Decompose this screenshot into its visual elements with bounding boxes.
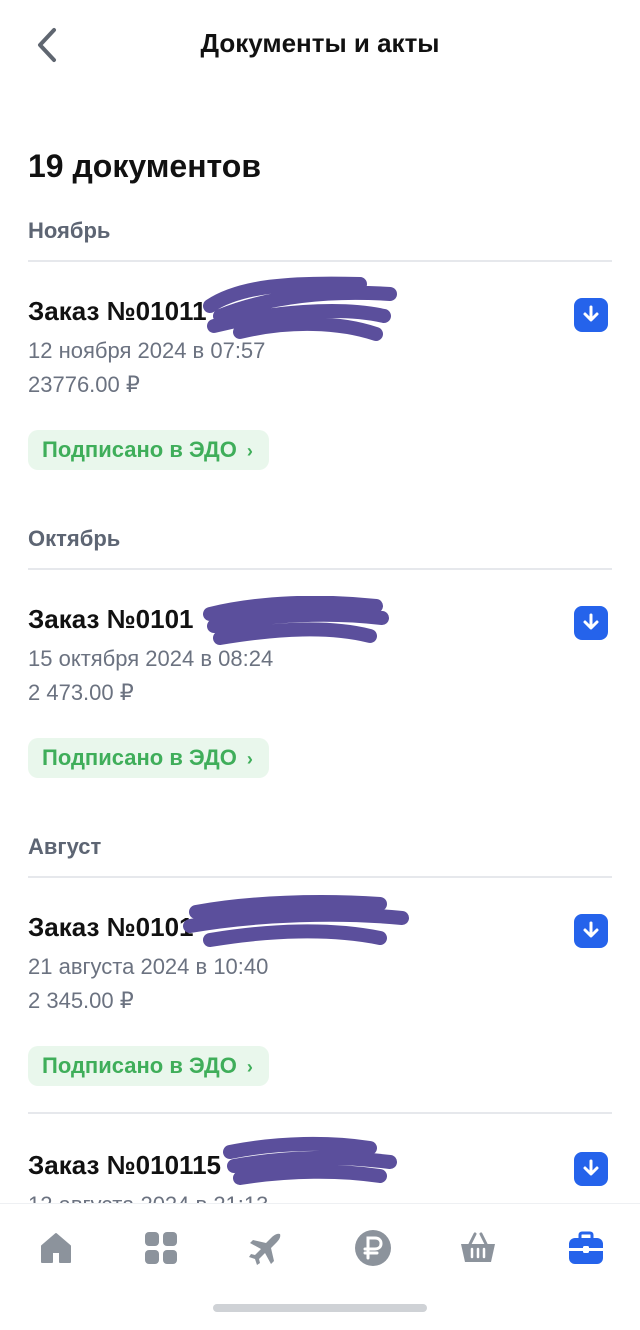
document-title: Заказ №0101 — [28, 912, 194, 942]
month-header: Август — [28, 834, 102, 859]
status-edo-button[interactable]: Подписано в ЭДО › — [28, 1046, 269, 1086]
download-icon — [583, 1159, 599, 1176]
download-icon — [583, 613, 599, 630]
download-button[interactable] — [574, 298, 608, 332]
divider — [28, 876, 612, 878]
grid-icon — [145, 1232, 177, 1264]
download-button[interactable] — [574, 606, 608, 640]
status-edo-button[interactable]: Подписано в ЭДО › — [28, 430, 269, 470]
document-date: 15 октября 2024 в 08:24 — [28, 646, 274, 671]
page-title: Документы и акты — [200, 28, 440, 58]
document-item[interactable]: Заказ №01011 12 ноября 2024 в 07:57 2377… — [0, 296, 640, 496]
document-date: 12 ноября 2024 в 07:57 — [28, 338, 266, 363]
document-title: Заказ №01011 — [28, 296, 207, 326]
tab-travel[interactable] — [246, 1228, 286, 1268]
document-date: 12 августа 2024 в 21:13 — [28, 1192, 268, 1203]
download-button[interactable] — [574, 1152, 608, 1186]
documents-list[interactable]: 19 документов Ноябрь Заказ №01011 12 ноя… — [0, 90, 640, 1203]
document-amount: 23776.00 ₽ — [28, 372, 140, 397]
home-icon — [41, 1233, 71, 1263]
document-item[interactable]: Заказ №0101 21 августа 2024 в 10:40 2 34… — [0, 912, 640, 1112]
tab-finance[interactable] — [353, 1228, 393, 1268]
status-label: Подписано в ЭДО — [42, 1053, 237, 1078]
header: Документы и акты — [0, 0, 640, 90]
briefcase-icon — [569, 1231, 603, 1264]
divider — [28, 568, 612, 570]
status-label: Подписано в ЭДО — [42, 437, 237, 462]
tab-catalog[interactable] — [141, 1228, 181, 1268]
documents-count: 19 документов — [28, 148, 261, 184]
divider — [28, 260, 612, 262]
document-title: Заказ №010115 — [28, 1150, 221, 1180]
plane-icon — [249, 1233, 281, 1265]
divider — [28, 1112, 612, 1114]
download-icon — [583, 305, 599, 322]
basket-icon — [461, 1232, 495, 1262]
chevron-right-icon: › — [246, 1057, 253, 1077]
ruble-icon — [355, 1230, 391, 1266]
home-indicator — [213, 1304, 427, 1312]
tab-home[interactable] — [36, 1228, 76, 1268]
tab-basket[interactable] — [458, 1228, 498, 1268]
month-header: Октябрь — [28, 526, 121, 551]
document-date: 21 августа 2024 в 10:40 — [28, 954, 269, 979]
document-amount: 2 473.00 ₽ — [28, 680, 134, 705]
download-icon — [583, 921, 599, 938]
document-amount: 2 345.00 ₽ — [28, 988, 134, 1013]
document-item[interactable]: Заказ №010115 12 августа 2024 в 21:13 — [0, 1150, 640, 1203]
status-label: Подписано в ЭДО — [42, 745, 237, 770]
document-title: Заказ №0101 — [28, 604, 194, 634]
tab-business[interactable] — [566, 1228, 606, 1268]
download-button[interactable] — [574, 914, 608, 948]
status-edo-button[interactable]: Подписано в ЭДО › — [28, 738, 269, 778]
document-item[interactable]: Заказ №0101 15 октября 2024 в 08:24 2 47… — [0, 604, 640, 804]
bottom-tabbar — [0, 1203, 640, 1330]
chevron-right-icon: › — [246, 441, 253, 461]
month-header: Ноябрь — [28, 218, 111, 243]
chevron-right-icon: › — [246, 749, 253, 769]
